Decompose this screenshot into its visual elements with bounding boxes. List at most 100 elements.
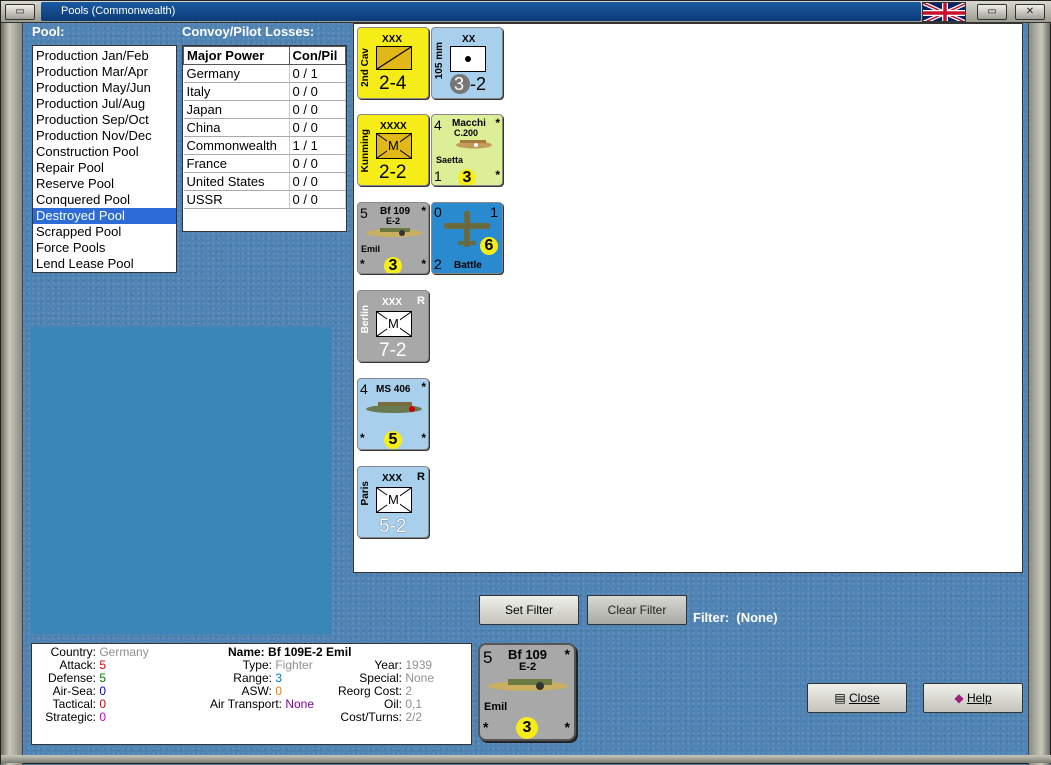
counter-model: E-2 (519, 661, 537, 673)
counter-area[interactable]: 2nd Cav XXX 2-4 105 mm XX 3 - 2 Kunming … (353, 23, 1023, 573)
pool-item[interactable]: Construction Pool (33, 144, 176, 160)
pool-item[interactable]: Conquered Pool (33, 192, 176, 208)
cavalry-symbol-icon (376, 46, 412, 70)
minimize-button[interactable]: ▭ (977, 4, 1007, 20)
pool-item[interactable]: Reserve Pool (33, 176, 176, 192)
counter-macchi[interactable]: 4 Macchi C.200 * Saetta 1 3 * (431, 114, 503, 186)
militia-symbol-icon: M (376, 311, 412, 337)
counter-bl: 1 (434, 168, 442, 184)
plane-icon (456, 140, 492, 149)
title-bar: ▭ Pools (Commonwealth) ▭ ✕ (1, 1, 1051, 23)
set-filter-button[interactable]: Set Filter (479, 595, 579, 625)
counter-range: 3 (384, 257, 402, 273)
unit-letter: M (387, 316, 400, 331)
frame-left (1, 23, 23, 765)
clear-filter-button[interactable]: Clear Filter (587, 595, 687, 625)
counter-bf109[interactable]: 5 Bf 109 E-2 * Emil * 3 * (357, 202, 429, 274)
losses-label: Convoy/Pilot Losses: (182, 24, 315, 39)
unit-letter: M (387, 138, 400, 153)
info-airsea-key: Air-Sea: (52, 684, 96, 698)
counter-size: XX (462, 34, 476, 45)
counter-105mm[interactable]: 105 mm XX 3 - 2 (431, 27, 503, 99)
selected-counter-bf109: 5 Bf 109 E-2 * Emil * 3 * (478, 643, 576, 741)
counter-value: 5-2 (379, 516, 407, 537)
losses-row: Japan 0 / 0 (183, 100, 347, 119)
losses-row: United States 0 / 0 (183, 172, 347, 191)
losses-value-cell: 0 / 0 (289, 118, 347, 137)
close-button[interactable]: ▤ Close (807, 683, 907, 713)
counter-paris[interactable]: Paris XXX R M 5-2 (357, 466, 429, 538)
info-asw-value: 0 (275, 684, 283, 698)
plane-icon (488, 679, 568, 691)
help-button[interactable]: ◆ Help (923, 683, 1023, 713)
close-icon: ▤ (834, 691, 846, 705)
counter-kunming[interactable]: Kunming XXXX M 2-2 (357, 114, 429, 186)
counter-value: 2-2 (379, 162, 407, 183)
counter-attack: 5 (360, 205, 368, 221)
losses-row: China 0 / 0 (183, 118, 347, 137)
system-menu-button[interactable]: ▭ (5, 4, 35, 20)
pool-item[interactable]: Lend Lease Pool (33, 256, 176, 272)
counter-battle[interactable]: 0 1 6 2 Battle (431, 202, 503, 274)
help-button-label: Help (966, 691, 992, 705)
counter-attack: 5 (483, 648, 493, 667)
pool-item[interactable]: Production Jan/Feb (33, 48, 176, 64)
info-country-key: Country: (50, 645, 96, 659)
counter-size: XXX (382, 297, 403, 308)
pool-item[interactable]: Repair Pool (33, 160, 176, 176)
losses-value-cell: 0 / 0 (289, 100, 347, 119)
counter-sub: Saetta (436, 155, 464, 165)
info-airsea-value: 0 (99, 684, 107, 698)
counter-ms406[interactable]: 4 MS 406 * * 5 * (357, 378, 429, 450)
info-range-key: Range: (233, 671, 272, 685)
losses-power-cell: Germany (183, 64, 290, 83)
counter-value: 7-2 (379, 340, 407, 361)
losses-value-cell: 0 / 0 (289, 172, 347, 191)
info-airtrans-value: None (285, 697, 315, 711)
losses-power-cell: Japan (183, 100, 290, 119)
counter-name: Berlin (360, 305, 371, 334)
losses-power-cell: USSR (183, 190, 290, 209)
losses-row: France 0 / 0 (183, 154, 347, 173)
info-cost-key: Cost/Turns: (340, 710, 402, 724)
pool-item[interactable]: Destroyed Pool (33, 208, 176, 224)
losses-table: Major Power Con/Pil Germany 0 / 1 Italy 0 /… (182, 45, 347, 232)
pool-list[interactable]: Production Jan/Feb Production Mar/Apr Prod… (32, 45, 177, 273)
pool-item[interactable]: Production Nov/Dec (33, 128, 176, 144)
counter-size: XXXX (380, 121, 407, 132)
info-tactical-value: 0 (99, 697, 107, 711)
losses-value-cell: 0 / 0 (289, 82, 347, 101)
counter-2nd-cav[interactable]: 2nd Cav XXX 2-4 (357, 27, 429, 99)
counter-name: 105 mm (434, 42, 445, 80)
close-window-button[interactable]: ✕ (1015, 4, 1045, 20)
pool-item[interactable]: Force Pools (33, 240, 176, 256)
counter-sub: Emil (361, 244, 381, 254)
pool-item[interactable]: Production Mar/Apr (33, 64, 176, 80)
losses-header-power: Major Power (183, 46, 290, 65)
militia-symbol-icon: M (376, 487, 412, 513)
counter-name: Battle (454, 260, 482, 271)
commonwealth-flag-icon (922, 2, 966, 22)
militia-symbol-icon: M (376, 133, 412, 159)
plane-icon (366, 228, 422, 237)
counter-range: 3 (458, 169, 476, 185)
pool-item[interactable]: Production Jul/Aug (33, 96, 176, 112)
counter-name: Paris (360, 481, 371, 506)
losses-power-cell: Italy (183, 82, 290, 101)
info-year-value: 1939 (405, 658, 433, 672)
info-attack-value: 5 (99, 658, 107, 672)
info-oil-key: Oil: (384, 697, 402, 711)
artillery-symbol-icon (450, 46, 486, 72)
losses-row: USSR 0 / 0 (183, 190, 347, 209)
pool-item[interactable]: Production Sep/Oct (33, 112, 176, 128)
close-button-label: Close (849, 691, 880, 705)
filter-value: (None) (736, 610, 778, 625)
info-country-value: Germany (99, 645, 149, 659)
pool-item[interactable]: Production May/Jun (33, 80, 176, 96)
pool-item[interactable]: Scrapped Pool (33, 224, 176, 240)
counter-berlin[interactable]: Berlin XXX R M 7-2 (357, 290, 429, 362)
losses-value-cell: 0 / 0 (289, 190, 347, 209)
preview-panel (31, 327, 332, 634)
help-book-icon: ◆ (954, 691, 964, 705)
frame-right (1028, 23, 1050, 765)
